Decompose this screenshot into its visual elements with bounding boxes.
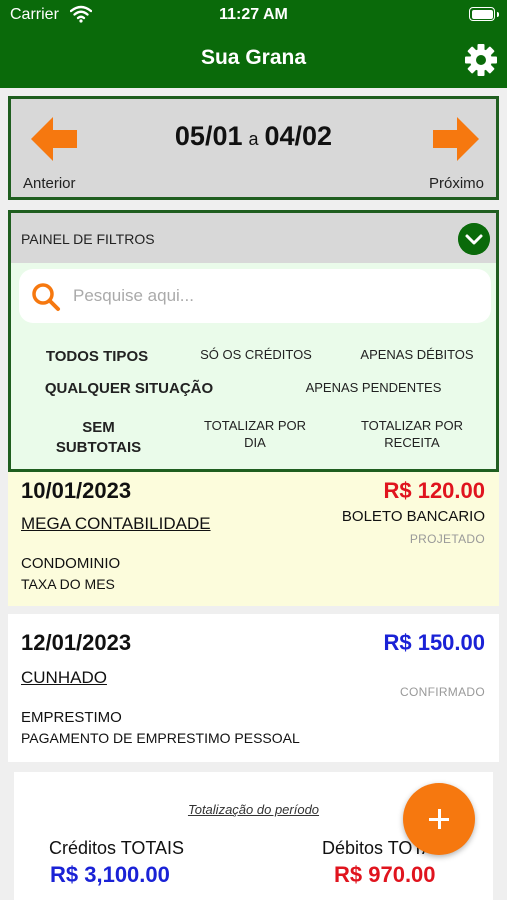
filter-only-pending[interactable]: APENAS PENDENTES: [281, 380, 466, 397]
entry-payment-type: BOLETO BANCARIO: [341, 508, 485, 525]
entry-date: 10/01/2023: [21, 478, 132, 503]
debits-total-value: R$ 970.00: [334, 862, 436, 887]
entry-category: CONDOMINIO: [21, 555, 121, 572]
entry-status: CONFIRMADO: [400, 685, 485, 699]
subtotal-by-day[interactable]: TOTALIZAR POR DIA: [199, 418, 311, 452]
filter-all-types[interactable]: TODOS TIPOS: [11, 347, 183, 367]
arrow-right-icon[interactable]: [433, 117, 479, 161]
entry-amount: R$ 150.00: [383, 630, 485, 655]
entry-date: 12/01/2023: [21, 630, 132, 655]
credits-total-value: R$ 3,100.00: [50, 862, 170, 887]
period-separator: a: [248, 129, 259, 149]
subtotal-by-category[interactable]: TOTALIZAR POR RECEITA: [351, 418, 473, 452]
entry-description: PAGAMENTO DE EMPRESTIMO PESSOAL: [21, 730, 300, 746]
entry-amount: R$ 120.00: [383, 478, 485, 503]
entry-status: PROJETADO: [409, 532, 485, 546]
app-title: Sua Grana: [200, 46, 307, 69]
entry-description: TAXA DO MES: [21, 576, 115, 592]
search-input[interactable]: [73, 281, 473, 311]
period-selector: 05/01 a 04/02 Anterior Próximo: [8, 96, 499, 200]
entry-category: EMPRESTIMO: [21, 709, 122, 726]
period-end: 04/02: [264, 121, 333, 151]
add-entry-button[interactable]: [403, 783, 475, 855]
battery-icon: [469, 7, 499, 21]
entry-party[interactable]: CUNHADO: [21, 668, 107, 688]
subtotal-none[interactable]: SEM SUBTOTAIS: [41, 418, 156, 457]
period-dates: 05/01 a 04/02: [11, 121, 496, 152]
filters-header[interactable]: PAINEL DE FILTROS: [11, 213, 496, 263]
entry-party[interactable]: MEGA CONTABILIDADE: [21, 514, 211, 534]
credits-total-label: Créditos TOTAIS: [49, 838, 185, 858]
previous-button[interactable]: Anterior: [23, 175, 76, 192]
filter-only-debits[interactable]: APENAS DÉBITOS: [337, 347, 497, 364]
next-button[interactable]: Próximo: [429, 175, 484, 192]
status-time: 11:27 AM: [219, 6, 288, 23]
top-bar: Carrier 11:27 AM Sua Grana: [0, 0, 507, 88]
entry-card[interactable]: 12/01/2023 R$ 150.00 CUNHADO CONFIRMADO …: [8, 614, 499, 762]
status-bar: Carrier 11:27 AM: [0, 0, 507, 30]
search-bar: [19, 269, 491, 323]
gear-icon[interactable]: [464, 43, 498, 77]
chevron-down-icon[interactable]: [458, 223, 490, 255]
filter-only-credits[interactable]: SÓ OS CRÉDITOS: [176, 347, 336, 364]
entry-card[interactable]: 10/01/2023 R$ 120.00 MEGA CONTABILIDADE …: [8, 472, 499, 606]
filter-any-status[interactable]: QUALQUER SITUAÇÃO: [29, 379, 229, 399]
filters-title: PAINEL DE FILTROS: [21, 231, 155, 247]
filters-panel: PAINEL DE FILTROS TODOS TIPOS SÓ OS CRÉD…: [8, 210, 499, 472]
period-start: 05/01: [174, 121, 243, 151]
search-icon: [32, 283, 60, 311]
